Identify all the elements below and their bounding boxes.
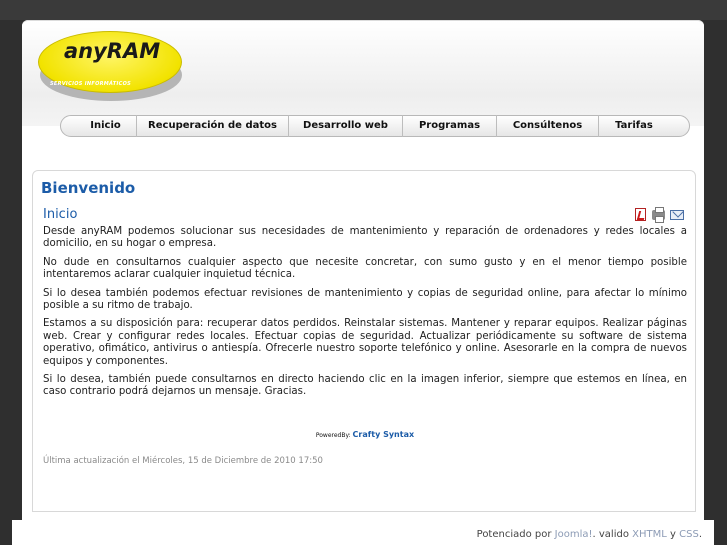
joomla-link[interactable]: Joomla! [555, 529, 593, 540]
print-icon[interactable] [652, 207, 665, 223]
crafty-syntax-link[interactable]: Crafty Syntax [353, 430, 415, 439]
footer-end: . [698, 529, 702, 540]
email-icon[interactable] [670, 210, 684, 220]
page-title: Bienvenido [41, 179, 136, 197]
main-nav: Inicio Recuperación de datos Desarrollo … [60, 115, 690, 137]
site-logo[interactable]: anyRAM SERVICIOS INFORMÁTICOS [38, 31, 184, 101]
nav-item-consultenos[interactable]: Consúltenos [497, 115, 599, 137]
nav-item-desarrollo-web[interactable]: Desarrollo web [289, 115, 403, 137]
footer-credits: Potenciado por Joomla!. valido XHTML y C… [477, 529, 702, 540]
nav-item-programas[interactable]: Programas [403, 115, 497, 137]
footer-prefix: Potenciado por [476, 529, 552, 540]
css-link[interactable]: CSS [679, 529, 699, 540]
paragraph: Desde anyRAM podemos solucionar sus nece… [43, 226, 687, 250]
live-help-powered-by: PoweredBy: Crafty Syntax [33, 430, 697, 439]
article-body: Desde anyRAM podemos solucionar sus nece… [43, 226, 687, 405]
xhtml-link[interactable]: XHTML [632, 529, 667, 540]
paragraph: Si lo desea, también puede consultarnos … [43, 374, 687, 398]
page-container: anyRAM SERVICIOS INFORMÁTICOS Inicio Rec… [22, 20, 704, 520]
footer-valid: . valido [592, 529, 629, 540]
nav-item-recuperacion[interactable]: Recuperación de datos [137, 115, 289, 137]
nav-item-tarifas[interactable]: Tarifas [599, 115, 669, 137]
nav-item-inicio[interactable]: Inicio [75, 115, 137, 137]
article-title[interactable]: Inicio [43, 207, 77, 222]
site-header: anyRAM SERVICIOS INFORMÁTICOS Inicio Rec… [22, 20, 704, 137]
site-footer: Potenciado por Joomla!. valido XHTML y C… [12, 520, 714, 545]
last-updated: Última actualización el Miércoles, 15 de… [43, 456, 323, 466]
article-tools [633, 207, 689, 223]
pdf-icon[interactable] [635, 208, 646, 221]
logo-wordmark: anyRAM [64, 39, 161, 63]
paragraph: Si lo desea también podemos efectuar rev… [43, 287, 687, 312]
logo-subtitle: SERVICIOS INFORMÁTICOS [50, 81, 132, 87]
paragraph: Estamos a su disposición para: recuperar… [43, 318, 687, 367]
footer-and: y [670, 529, 676, 540]
main-content: Bienvenido Inicio Desde anyRAM podemos s… [32, 170, 696, 512]
powered-by-label: PoweredBy: [315, 432, 351, 439]
paragraph: No dude en consultarnos cualquier aspect… [43, 256, 687, 281]
top-stripe [0, 0, 727, 20]
